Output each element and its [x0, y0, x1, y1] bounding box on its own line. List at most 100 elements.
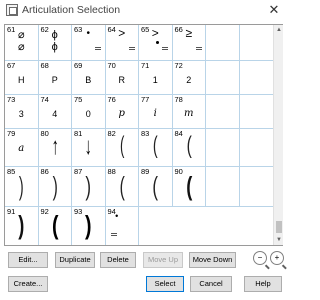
- articulation-glyph: •: [86, 28, 90, 39]
- cell-number: 75: [74, 95, 83, 104]
- articulation-glyph: (: [152, 132, 158, 159]
- articulation-cell-61[interactable]: 61 ⌀ ⌀: [5, 25, 39, 61]
- articulation-glyph: p: [118, 108, 125, 119]
- articulation-cell-63[interactable]: 63 •: [72, 25, 106, 61]
- articulation-cell-64[interactable]: 64 >: [105, 25, 139, 61]
- cell-number: 77: [141, 95, 150, 104]
- articulation-glyph: ≥: [185, 26, 193, 40]
- articulation-glyph: (: [51, 210, 58, 240]
- articulation-glyph: (: [119, 171, 125, 201]
- articulation-grid-panel: 61 ⌀ ⌀ 62 ϕ ϕ 63 • 64 > 65 > 66 ≥ 67 H 6…: [4, 24, 283, 246]
- articulation-cell-82[interactable]: 82 (: [105, 129, 139, 167]
- articulation-cell-83[interactable]: 83 (: [139, 129, 173, 167]
- articulation-glyph: 4: [52, 109, 58, 119]
- articulation-cell-94[interactable]: 94 •: [106, 207, 139, 245]
- articulation-cell-72[interactable]: 72 2: [172, 61, 206, 95]
- articulation-cell-70[interactable]: 70 R: [105, 61, 139, 95]
- articulation-cell-74[interactable]: 74 4: [38, 95, 72, 129]
- move-down-button[interactable]: Move Down: [189, 252, 236, 268]
- articulation-cell-92[interactable]: 92 (: [39, 207, 72, 245]
- staff-marker-icon: [95, 47, 101, 50]
- articulation-cell-90[interactable]: 90 (: [172, 167, 206, 207]
- cancel-button[interactable]: Cancel: [190, 276, 232, 292]
- articulation-glyph: ): [18, 210, 25, 240]
- articulation-cell-empty: [239, 129, 273, 167]
- scroll-thumb[interactable]: [276, 221, 282, 233]
- scroll-down-arrow-icon[interactable]: ▼: [274, 235, 284, 245]
- articulation-glyph: R: [118, 75, 126, 85]
- up-arrow-icon: ↑: [51, 133, 59, 160]
- articulation-cell-69[interactable]: 69 B: [72, 61, 106, 95]
- dot-icon: [156, 41, 159, 44]
- cell-number: 67: [7, 61, 16, 70]
- articulation-cell-73[interactable]: 73 3: [5, 95, 39, 129]
- articulation-cell-91[interactable]: 91 ): [5, 207, 39, 245]
- cell-number: 79: [7, 129, 16, 138]
- articulation-cell-empty: [206, 129, 240, 167]
- articulation-cell-78[interactable]: 78 m: [172, 95, 206, 129]
- articulation-cell-empty: [239, 95, 273, 129]
- cell-number: 76: [107, 95, 116, 104]
- articulation-cell-71[interactable]: 71 1: [139, 61, 173, 95]
- articulation-glyph: (: [152, 171, 159, 201]
- create-button[interactable]: Create...: [8, 276, 48, 292]
- close-button[interactable]: ✕: [262, 1, 286, 19]
- articulation-cell-80[interactable]: 80 ↑: [38, 129, 72, 167]
- staff-marker-icon: [195, 47, 202, 50]
- edit-button[interactable]: Edit...: [8, 252, 48, 268]
- window-title: Articulation Selection: [22, 4, 121, 16]
- scroll-up-arrow-icon[interactable]: ▲: [274, 25, 284, 35]
- cell-number: 78: [174, 95, 183, 104]
- vertical-scrollbar[interactable]: ▲ ▼: [273, 25, 283, 245]
- articulation-cell-67[interactable]: 67 H: [5, 61, 39, 95]
- articulation-cell-76[interactable]: 76 p: [105, 95, 139, 129]
- cell-number: 72: [174, 61, 183, 70]
- articulation-cell-89[interactable]: 89 (: [139, 167, 173, 207]
- articulation-cell-empty: [206, 25, 240, 61]
- zoom-out-icon[interactable]: −: [253, 251, 267, 265]
- articulation-glyph: B: [85, 75, 92, 85]
- articulation-glyph: ): [52, 171, 58, 201]
- down-arrow-icon: ↓: [84, 133, 92, 160]
- articulation-glyph: H: [18, 75, 25, 85]
- articulation-glyph: 3: [18, 109, 24, 119]
- articulation-cell-66[interactable]: 66 ≥: [172, 25, 206, 61]
- articulation-glyph: >: [118, 26, 126, 40]
- articulation-cell-empty: [239, 25, 273, 61]
- duplicate-button[interactable]: Duplicate: [55, 252, 95, 268]
- articulation-glyph: •: [115, 211, 119, 221]
- articulation-cell-75[interactable]: 75 0: [72, 95, 106, 129]
- select-button[interactable]: Select: [146, 276, 184, 292]
- help-button[interactable]: Help: [244, 276, 282, 292]
- articulation-cell-79[interactable]: 79 a: [5, 129, 39, 167]
- zoom-in-icon[interactable]: +: [270, 251, 284, 265]
- window-icon: [6, 4, 18, 16]
- articulation-cell-81[interactable]: 81 ↓: [72, 129, 106, 167]
- cell-number: 71: [141, 61, 150, 70]
- articulation-cell-62[interactable]: 62 ϕ ϕ: [38, 25, 72, 61]
- articulation-cell-empty: [239, 167, 273, 207]
- articulation-glyph: (: [119, 132, 124, 159]
- move-up-button[interactable]: Move Up: [143, 252, 183, 268]
- articulation-cell-77[interactable]: 77 i: [139, 95, 173, 129]
- articulation-cell-84[interactable]: 84 (: [172, 129, 206, 167]
- staff-marker-icon: [162, 47, 168, 50]
- cell-number: 74: [40, 95, 49, 104]
- cell-number: 70: [107, 61, 116, 70]
- articulation-cell-empty: [206, 61, 240, 95]
- articulation-cell-87[interactable]: 87 ): [72, 167, 106, 207]
- cell-number: 69: [74, 61, 83, 70]
- delete-button[interactable]: Delete: [100, 252, 136, 268]
- articulation-cell-65[interactable]: 65 >: [139, 25, 173, 61]
- articulation-glyph: ): [18, 171, 24, 201]
- articulation-glyph: (: [186, 132, 192, 159]
- cell-number: 73: [7, 95, 16, 104]
- articulation-cell-68[interactable]: 68 P: [38, 61, 72, 95]
- articulation-cell-empty: [206, 167, 240, 207]
- articulation-cell-88[interactable]: 88 (: [105, 167, 139, 207]
- articulation-cell-85[interactable]: 85 ): [5, 167, 39, 207]
- cell-number: 68: [40, 61, 49, 70]
- articulation-cell-86[interactable]: 86 ): [38, 167, 72, 207]
- articulation-glyph: a: [18, 143, 25, 154]
- articulation-cell-empty: [206, 95, 240, 129]
